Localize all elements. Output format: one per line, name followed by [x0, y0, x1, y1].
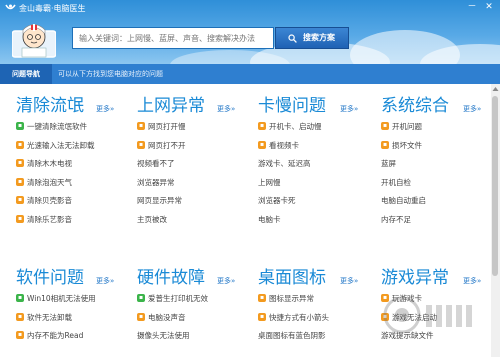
search-field[interactable]	[72, 27, 274, 49]
list-item[interactable]: 蓝屏	[381, 155, 490, 174]
hot-badge-icon: ▪	[16, 214, 24, 223]
app-logo-icon	[5, 4, 16, 10]
title-bar: 金山毒霸·电脑医生 － ✕	[0, 0, 500, 16]
category-title[interactable]: 卡慢问题	[258, 94, 376, 118]
list-item[interactable]: 主页被改	[137, 211, 255, 230]
list-item[interactable]: ▪ 网页打开慢	[137, 118, 255, 137]
list-item[interactable]: ▪ 内存不能为Read	[16, 327, 134, 346]
list-item[interactable]: ▪ 软件无法卸载	[16, 309, 134, 328]
tab-problem-navigation[interactable]: 问题导航	[0, 64, 52, 84]
category-slow: 卡慢问题 更多» ▪ 开机卡、启动慢 ▪ 看视频卡 游戏卡、延迟高 上网慢 浏览器卡…	[258, 94, 376, 230]
nav-hint: 可以从下方找到您电脑对应的问题	[58, 70, 163, 78]
list-item[interactable]: ▪ 开机问题	[381, 118, 490, 137]
category-internet: 上网异常 更多» ▪ 网页打开慢 ▪ 网页打不开 视频看不了 浏览器异常 网页显示异…	[137, 94, 255, 230]
hot-badge-icon: ▪	[16, 159, 24, 168]
hot-badge-icon: ▪	[16, 122, 24, 130]
list-item[interactable]: ▪ 光速输入法无法卸载	[16, 137, 134, 156]
list-item[interactable]: 游戏卡、延迟高	[258, 155, 376, 174]
scroll-up-icon[interactable]	[492, 86, 499, 92]
list-item[interactable]: ▪ 损坏文件	[381, 137, 490, 156]
category-system: 系统综合 更多» ▪ 开机问题 ▪ 损坏文件 蓝屏 开机自检 电脑自动重启 内存不足	[381, 94, 490, 230]
hot-badge-icon: ▪	[16, 177, 24, 186]
list-item[interactable]: 内存不足	[381, 211, 490, 230]
search-icon	[288, 34, 297, 43]
list-item[interactable]: 电脑自动重启	[381, 192, 490, 211]
list-item[interactable]: 上网慢	[258, 174, 376, 193]
more-link[interactable]: 更多»	[463, 104, 481, 114]
hot-badge-icon: ▪	[137, 294, 145, 302]
more-link[interactable]: 更多»	[340, 276, 358, 286]
minimize-button[interactable]: －	[466, 2, 478, 13]
list-item[interactable]: 浏览器卡死	[258, 192, 376, 211]
category-title[interactable]: 清除流氓	[16, 94, 134, 118]
hot-badge-icon: ▪	[258, 140, 266, 149]
list-item[interactable]: ▪ 图标显示异常	[258, 290, 376, 309]
hot-badge-icon: ▪	[381, 140, 389, 149]
list-item[interactable]: ▪ 网页打不开	[137, 137, 255, 156]
category-title[interactable]: 桌面图标	[258, 266, 376, 290]
search-button[interactable]: 搜索方案	[275, 27, 349, 49]
category-title[interactable]: 硬件故障	[137, 266, 255, 290]
list-item[interactable]: 网页显示异常	[137, 192, 255, 211]
hot-badge-icon: ▪	[137, 122, 145, 130]
list-item[interactable]: ▪ 快捷方式有小箭头	[258, 309, 376, 328]
list-item[interactable]: 摄像头无法使用	[137, 327, 255, 346]
list-item[interactable]: ▪ 看视频卡	[258, 137, 376, 156]
category-title[interactable]: 软件问题	[16, 266, 134, 290]
list-item[interactable]: ▪ 电脑没声音	[137, 309, 255, 328]
hot-badge-icon: ▪	[258, 294, 266, 302]
list-item[interactable]: 桌面图标有蓝色阴影	[258, 327, 376, 346]
list-item[interactable]: ▪ 清除贝壳影音	[16, 192, 134, 211]
list-item[interactable]: ▪ 清除泡泡天气	[16, 174, 134, 193]
category-software: 软件问题 更多» ▪ Win10相机无法使用 ▪ 软件无法卸载 ▪ 内存不能为Read	[16, 266, 134, 346]
list-item[interactable]: ▪ Win10相机无法使用	[16, 290, 134, 309]
list-item[interactable]: ▪ 清除木木电视	[16, 155, 134, 174]
more-link[interactable]: 更多»	[96, 104, 114, 114]
hot-badge-icon: ▪	[258, 312, 266, 321]
list-item[interactable]: 电脑卡	[258, 211, 376, 230]
watermark-logo-icon	[383, 296, 472, 334]
list-item[interactable]: 浏览器异常	[137, 174, 255, 193]
more-link[interactable]: 更多»	[217, 104, 235, 114]
hot-badge-icon: ▪	[16, 312, 24, 321]
hot-badge-icon: ▪	[381, 122, 389, 130]
more-link[interactable]: 更多»	[96, 276, 114, 286]
category-hardware: 硬件故障 更多» ▪ 爱普生打印机无效 ▪ 电脑没声音 摄像头无法使用	[137, 266, 255, 346]
hot-badge-icon: ▪	[16, 140, 24, 149]
hot-badge-icon: ▪	[16, 331, 24, 340]
hot-badge-icon: ▪	[137, 312, 145, 321]
list-item[interactable]: ▪ 开机卡、启动慢	[258, 118, 376, 137]
list-item[interactable]: ▪ 爱普生打印机无效	[137, 290, 255, 309]
list-item[interactable]: ▪ 清除乐艺影音	[16, 211, 134, 230]
hot-badge-icon: ▪	[137, 140, 145, 149]
doctor-mascot-icon	[12, 24, 56, 58]
hot-badge-icon: ▪	[16, 294, 24, 302]
category-desktop-icons: 桌面图标 更多» ▪ 图标显示异常 ▪ 快捷方式有小箭头 桌面图标有蓝色阴影	[258, 266, 376, 346]
search-input[interactable]	[73, 28, 273, 48]
window-title: 金山毒霸·电脑医生	[19, 4, 86, 13]
more-link[interactable]: 更多»	[217, 276, 235, 286]
list-item[interactable]: 开机自检	[381, 174, 490, 193]
category-clean-rogue: 清除流氓 更多» ▪ 一键清除流氓软件 ▪ 光速输入法无法卸载 ▪ 清除木木电视 ▪ 清…	[16, 94, 134, 230]
list-item[interactable]: 视频看不了	[137, 155, 255, 174]
close-button[interactable]: ✕	[483, 2, 495, 13]
hot-badge-icon: ▪	[258, 122, 266, 130]
scrollbar-thumb[interactable]	[492, 96, 498, 276]
app-header: 金山毒霸·电脑医生 － ✕ 搜索方案	[0, 0, 500, 64]
category-title[interactable]: 上网异常	[137, 94, 255, 118]
nav-bar: 问题导航 可以从下方找到您电脑对应的问题	[0, 64, 500, 84]
hot-badge-icon: ▪	[16, 196, 24, 205]
more-link[interactable]: 更多»	[340, 104, 358, 114]
list-item[interactable]: ▪ 一键清除流氓软件	[16, 118, 134, 137]
